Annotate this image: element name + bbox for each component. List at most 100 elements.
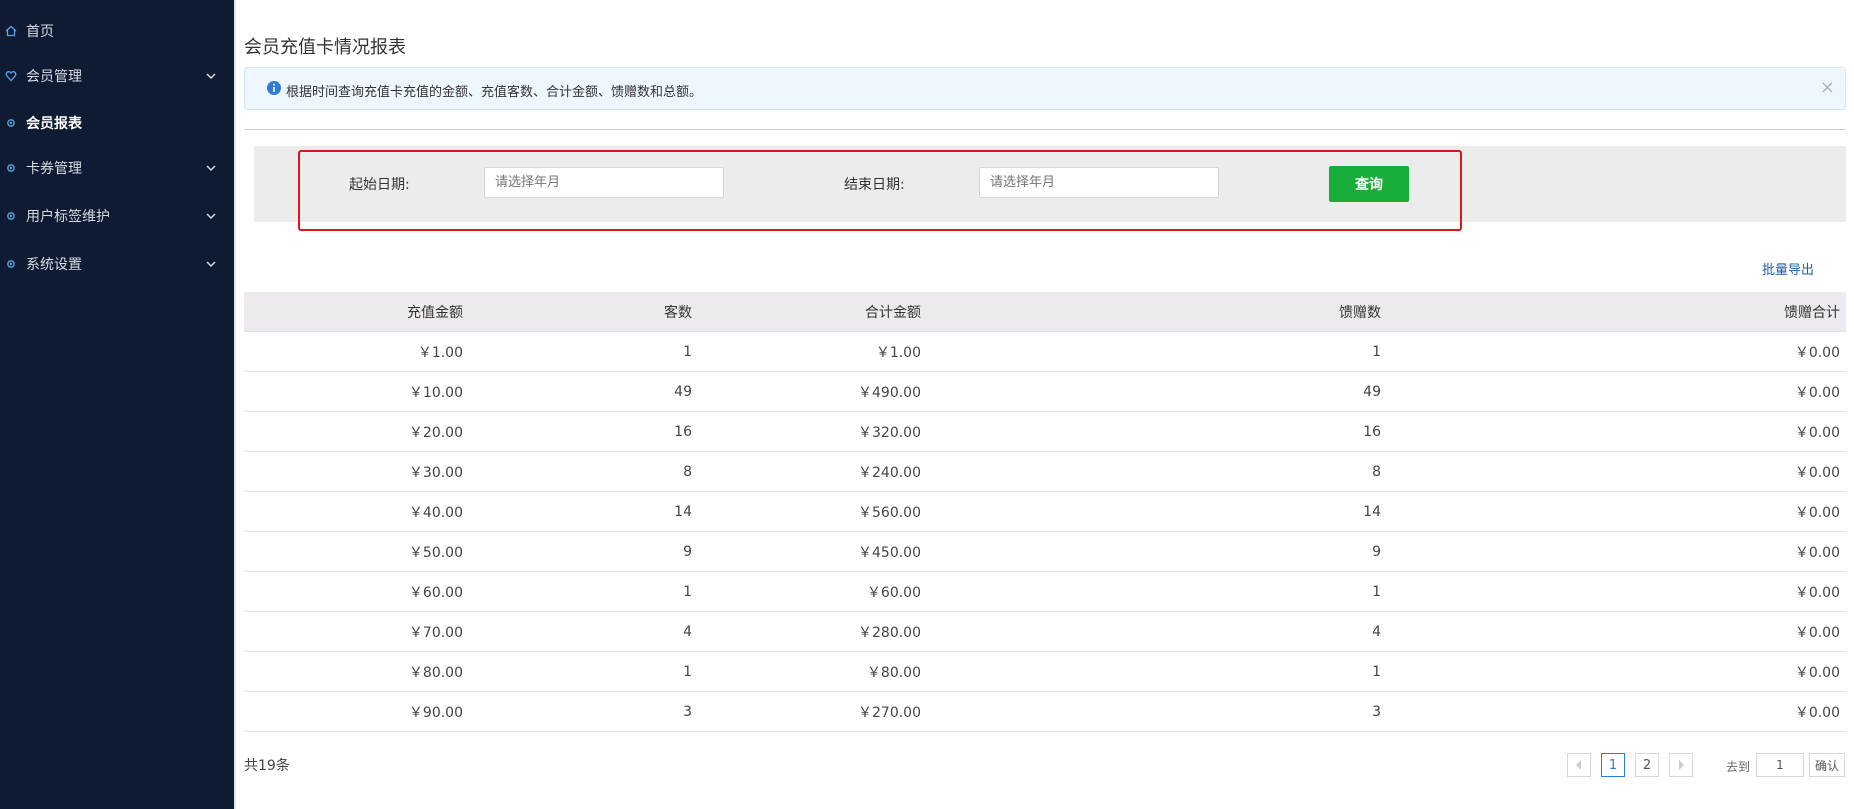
chevron-right-icon (1679, 760, 1684, 770)
prev-page-button[interactable] (1567, 753, 1591, 777)
cell-recharge-amount: ￥30.00 (408, 464, 463, 481)
cell-recharge-amount: ￥40.00 (408, 504, 463, 521)
header-customer-count: 客数 (664, 304, 692, 321)
sidebar-item-user-tags[interactable]: 用户标签维护 (0, 199, 234, 233)
alert-text: 根据时间查询充值卡充值的金额、充值客数、合计金额、馈赠数和总额。 (286, 85, 703, 100)
info-alert: 根据时间查询充值卡充值的金额、充值客数、合计金额、馈赠数和总额。 × (244, 67, 1846, 110)
gear-icon (4, 161, 18, 175)
cell-recharge-amount: ￥1.00 (417, 344, 463, 361)
cell-gift-count: 1 (1372, 343, 1381, 360)
page-button-2[interactable]: 2 (1635, 753, 1659, 777)
cell-gift-count: 49 (1363, 383, 1381, 400)
cell-total-amount: ￥80.00 (866, 664, 921, 681)
cell-gift-total: ￥0.00 (1794, 544, 1840, 561)
gear-icon (4, 257, 18, 271)
header-gift-total: 馈赠合计 (1784, 304, 1840, 321)
cell-gift-total: ￥0.00 (1794, 584, 1840, 601)
cell-gift-count: 14 (1363, 503, 1381, 520)
start-date-label: 起始日期: (349, 177, 410, 193)
cell-recharge-amount: ￥20.00 (408, 424, 463, 441)
cell-gift-total: ￥0.00 (1794, 424, 1840, 441)
sidebar-item-label: 系统设置 (26, 257, 82, 273)
table-row: ￥40.00 14 ￥560.00 14 ￥0.00 (244, 492, 1846, 532)
cell-recharge-amount: ￥90.00 (408, 704, 463, 721)
main-content: 会员充值卡情况报表 根据时间查询充值卡充值的金额、充值客数、合计金额、馈赠数和总… (236, 0, 1854, 809)
cell-gift-count: 1 (1372, 583, 1381, 600)
cell-gift-count: 16 (1363, 423, 1381, 440)
info-icon (266, 80, 282, 96)
table-row: ￥50.00 9 ￥450.00 9 ￥0.00 (244, 532, 1846, 572)
sidebar: 首页 会员管理 会员报表 卡券管理 用户标签维护 系统设置 (0, 0, 234, 809)
cell-customer-count: 3 (683, 703, 692, 720)
goto-confirm-button[interactable]: 确认 (1809, 753, 1845, 777)
cell-gift-total: ￥0.00 (1794, 344, 1840, 361)
header-total-amount: 合计金额 (865, 304, 921, 321)
cell-gift-total: ￥0.00 (1794, 384, 1840, 401)
cell-total-amount: ￥1.00 (875, 344, 921, 361)
end-date-input[interactable] (979, 167, 1219, 198)
cell-total-amount: ￥280.00 (858, 624, 921, 641)
sidebar-item-label: 首页 (26, 24, 54, 40)
cell-gift-count: 8 (1372, 463, 1381, 480)
batch-export-link[interactable]: 批量导出 (1762, 259, 1814, 278)
cell-recharge-amount: ￥60.00 (408, 584, 463, 601)
goto-page-input[interactable] (1756, 753, 1804, 777)
cell-recharge-amount: ￥70.00 (408, 624, 463, 641)
table-row: ￥1.00 1 ￥1.00 1 ￥0.00 (244, 332, 1846, 372)
chevron-down-icon (204, 69, 218, 83)
table-row: ￥10.00 49 ￥490.00 49 ￥0.00 (244, 372, 1846, 412)
cell-total-amount: ￥560.00 (858, 504, 921, 521)
sidebar-item-member-management[interactable]: 会员管理 (0, 59, 234, 93)
cell-total-amount: ￥450.00 (858, 544, 921, 561)
cell-gift-total: ￥0.00 (1794, 464, 1840, 481)
cell-gift-count: 9 (1372, 543, 1381, 560)
table-row: ￥60.00 1 ￥60.00 1 ￥0.00 (244, 572, 1846, 612)
table-row: ￥70.00 4 ￥280.00 4 ￥0.00 (244, 612, 1846, 652)
sidebar-item-label: 卡券管理 (26, 161, 82, 177)
heart-icon (4, 69, 18, 83)
cell-customer-count: 4 (683, 623, 692, 640)
cell-total-amount: ￥490.00 (858, 384, 921, 401)
page-button-1[interactable]: 1 (1601, 753, 1625, 777)
chevron-down-icon (204, 161, 218, 175)
cell-gift-count: 1 (1372, 663, 1381, 680)
sidebar-item-member-report[interactable]: 会员报表 (0, 106, 234, 140)
header-recharge-amount: 充值金额 (407, 304, 463, 321)
cell-gift-count: 4 (1372, 623, 1381, 640)
sidebar-item-label: 会员报表 (26, 116, 82, 132)
cell-customer-count: 8 (683, 463, 692, 480)
close-icon[interactable]: × (1820, 77, 1835, 98)
cell-customer-count: 9 (683, 543, 692, 560)
chevron-down-icon (204, 257, 218, 271)
sidebar-item-label: 用户标签维护 (26, 209, 110, 225)
total-count: 共19条 (244, 758, 290, 774)
table-row: ￥20.00 16 ￥320.00 16 ￥0.00 (244, 412, 1846, 452)
cell-total-amount: ￥320.00 (858, 424, 921, 441)
query-button[interactable]: 查询 (1329, 166, 1409, 202)
cell-recharge-amount: ￥10.00 (408, 384, 463, 401)
end-date-label: 结束日期: (844, 177, 905, 193)
cell-gift-total: ￥0.00 (1794, 704, 1840, 721)
page-title: 会员充值卡情况报表 (244, 37, 406, 58)
table-header: 充值金额 客数 合计金额 馈赠数 馈赠合计 (244, 292, 1846, 332)
cell-customer-count: 1 (683, 343, 692, 360)
sidebar-item-label: 会员管理 (26, 69, 82, 85)
report-table: 充值金额 客数 合计金额 馈赠数 馈赠合计 ￥1.00 1 ￥1.00 1 ￥0… (244, 292, 1846, 732)
goto-label: 去到 (1726, 760, 1751, 774)
sidebar-item-system-settings[interactable]: 系统设置 (0, 247, 234, 281)
chevron-left-icon (1576, 760, 1581, 770)
sidebar-item-coupon-management[interactable]: 卡券管理 (0, 151, 234, 185)
sidebar-item-home[interactable]: 首页 (0, 14, 234, 48)
cell-gift-count: 3 (1372, 703, 1381, 720)
start-date-input[interactable] (484, 167, 724, 198)
gear-icon (4, 209, 18, 223)
cell-customer-count: 49 (674, 383, 692, 400)
cell-customer-count: 14 (674, 503, 692, 520)
cell-customer-count: 1 (683, 663, 692, 680)
cell-gift-total: ￥0.00 (1794, 664, 1840, 681)
table-row: ￥90.00 3 ￥270.00 3 ￥0.00 (244, 692, 1846, 732)
cell-recharge-amount: ￥80.00 (408, 664, 463, 681)
cell-customer-count: 1 (683, 583, 692, 600)
next-page-button[interactable] (1669, 753, 1693, 777)
header-gift-count: 馈赠数 (1339, 304, 1381, 321)
